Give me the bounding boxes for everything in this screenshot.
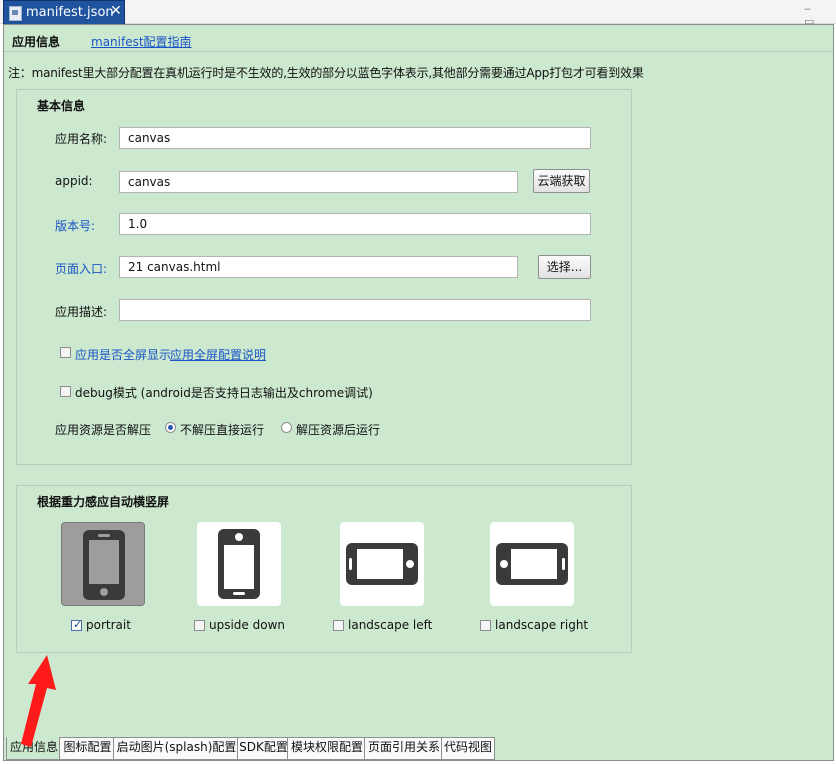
tab-app-info[interactable]: 应用信息	[6, 737, 62, 760]
orientation-upside-down-tile[interactable]	[197, 522, 281, 606]
tab-module-permissions[interactable]: 模块权限配置	[287, 737, 367, 760]
debug-mode-label: debug模式 (android是否支持日志输出及chrome调试)	[75, 386, 373, 400]
radio-no-decompress-label: 不解压直接运行	[180, 423, 265, 437]
debug-mode-checkbox[interactable]	[60, 386, 71, 397]
landscape-left-label: landscape left	[348, 618, 433, 632]
fullscreen-guide-link[interactable]: 应用全屏配置说明	[170, 346, 266, 363]
tab-splash-config[interactable]: 启动图片(splash)配置	[113, 737, 240, 760]
bottom-tab-bar: 应用信息 图标配置 启动图片(splash)配置 SDK配置 模块权限配置 页面…	[6, 737, 826, 760]
version-field[interactable]: 1.0	[119, 213, 591, 235]
orientation-landscape-left-tile[interactable]	[340, 522, 424, 606]
notice-text: 注：manifest里大部分配置在真机运行时是不生效的,生效的部分以蓝色字体表示…	[8, 66, 644, 80]
tab-icon-config[interactable]: 图标配置	[59, 737, 116, 760]
page-title: 应用信息	[12, 35, 61, 49]
appid-field[interactable]: canvas	[119, 171, 518, 193]
upside-down-checkbox[interactable]	[194, 620, 205, 631]
landscape-left-phone-icon	[346, 543, 418, 585]
portrait-checkbox[interactable]	[71, 618, 82, 631]
close-icon[interactable]: ✕	[110, 3, 122, 19]
entry-page-label: 页面入口:	[55, 262, 108, 276]
decompress-label: 应用资源是否解压	[55, 423, 152, 437]
editor-tab-strip	[0, 0, 836, 24]
file-icon	[9, 6, 22, 21]
entry-page-field[interactable]: 21 canvas.html	[119, 256, 518, 278]
upside-down-phone-icon	[218, 529, 260, 599]
portrait-label: portrait	[86, 618, 131, 632]
cloud-fetch-button[interactable]: 云端获取	[533, 169, 590, 193]
select-entry-button[interactable]: 选择...	[538, 255, 591, 279]
landscape-left-checkbox[interactable]	[333, 620, 344, 631]
editor-tab-title: manifest.json	[26, 5, 114, 20]
landscape-right-label: landscape right	[495, 618, 589, 632]
tab-code-view[interactable]: 代码视图	[441, 737, 495, 760]
app-name-label: 应用名称:	[55, 132, 108, 146]
orientation-title: 根据重力感应自动横竖屏	[37, 495, 170, 509]
radio-decompress-label: 解压资源后运行	[296, 423, 381, 437]
portrait-phone-icon	[83, 530, 125, 600]
fullscreen-checkbox[interactable]	[60, 347, 71, 358]
editor-tab-manifest[interactable]: manifest.json ✕	[3, 0, 125, 24]
landscape-right-phone-icon	[496, 543, 568, 585]
radio-no-decompress[interactable]	[165, 422, 176, 433]
manifest-guide-link[interactable]: manifest配置指南	[91, 33, 192, 50]
orientation-portrait-tile[interactable]	[61, 522, 145, 606]
upside-down-label: upside down	[209, 618, 286, 632]
window-controls[interactable]: ‒ ▭	[804, 2, 832, 28]
description-label: 应用描述:	[55, 305, 108, 319]
landscape-right-checkbox[interactable]	[480, 620, 491, 631]
appid-label: appid:	[55, 174, 93, 188]
description-field[interactable]	[119, 299, 591, 321]
version-label: 版本号:	[55, 219, 96, 233]
orientation-landscape-right-tile[interactable]	[490, 522, 574, 606]
radio-decompress[interactable]	[281, 422, 292, 433]
tab-sdk-config[interactable]: SDK配置	[237, 737, 290, 760]
tab-page-references[interactable]: 页面引用关系	[364, 737, 444, 760]
app-name-field[interactable]: canvas	[119, 127, 591, 149]
basic-info-title: 基本信息	[37, 99, 86, 113]
fullscreen-label: 应用是否全屏显示	[75, 348, 172, 362]
